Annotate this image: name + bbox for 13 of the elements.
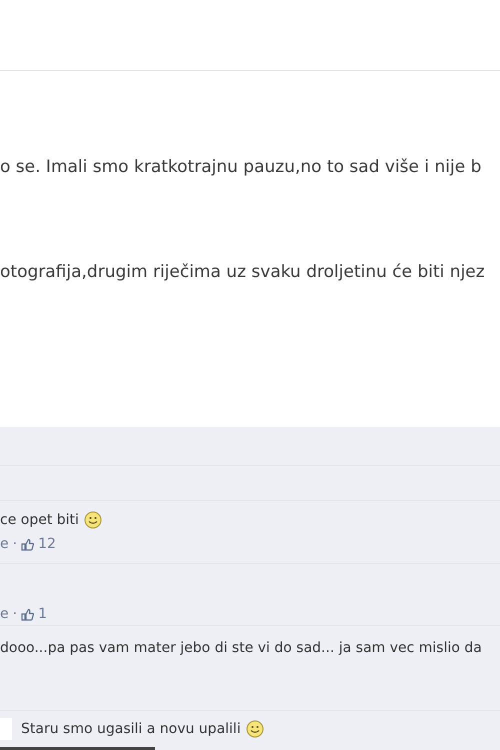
thumbs-up-icon	[21, 608, 34, 620]
comment-action: e	[0, 536, 9, 552]
like-count: 12	[38, 536, 56, 552]
post-text: otografija,drugim riječima uz svaku droljetinu će biti njez	[0, 262, 486, 284]
post-text: o se. Imali smo kratkotrajnu pauzu,no to sad više i nije b	[0, 157, 482, 179]
comment-text: Staru smo ugasili a novu upalili	[21, 721, 241, 737]
like-count: 1	[38, 606, 47, 622]
comment-text: ce opet biti	[0, 512, 79, 528]
separator-dot: ·	[12, 606, 18, 622]
comment-action: e	[0, 606, 9, 622]
separator-dot: ·	[12, 536, 18, 552]
thumbs-up-icon	[21, 538, 34, 550]
comment-text: dooo...pa pas vam mater jebo di ste vi do sad... ja sam vec mislio da	[0, 640, 482, 656]
